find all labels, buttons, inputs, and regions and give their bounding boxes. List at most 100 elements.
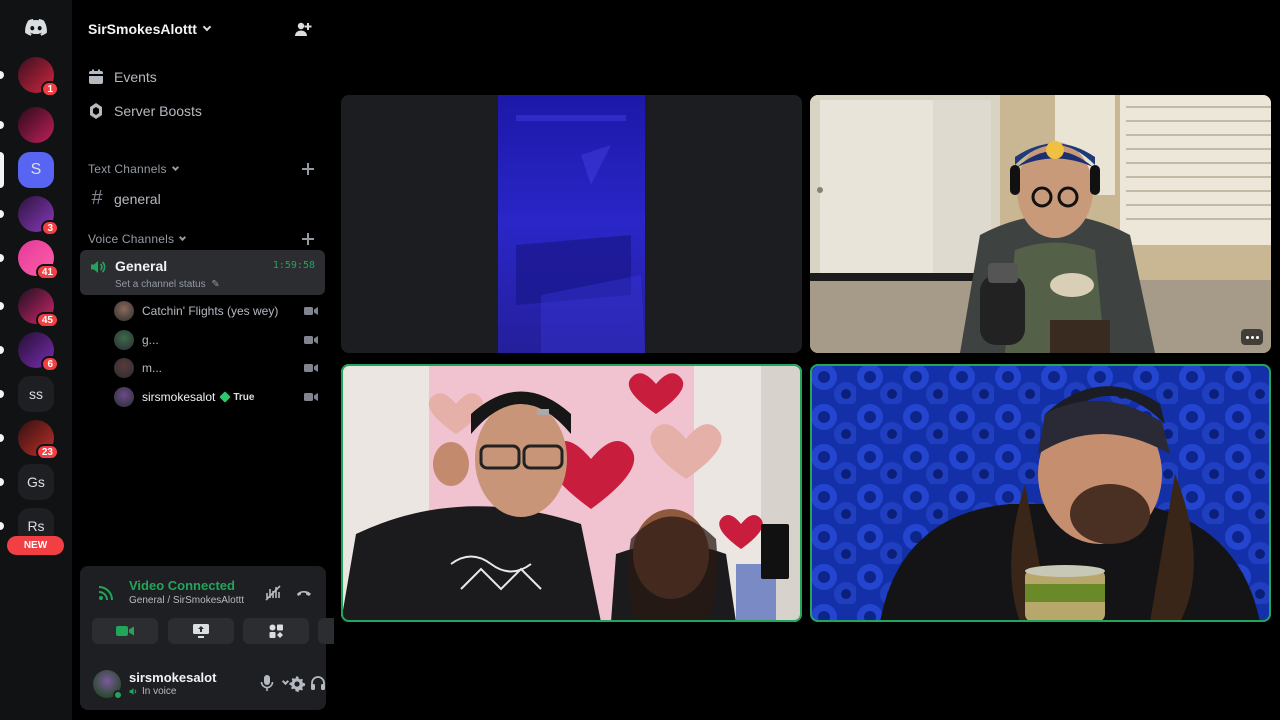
connection-status[interactable]: Video Connected	[129, 578, 235, 593]
noise-suppression-icon[interactable]	[264, 584, 282, 602]
channel-sidebar: SirSmokesAlottt Events Server Boosts Tex…	[72, 0, 384, 720]
channel-status-label: Set a channel status	[115, 279, 206, 290]
activities-button[interactable]	[243, 618, 309, 644]
server-icon[interactable]: 23	[18, 420, 59, 460]
avatar	[114, 358, 134, 378]
create-text-channel-icon[interactable]	[302, 163, 314, 175]
server-icon[interactable]: Gs	[18, 464, 54, 500]
server-name: SirSmokesAlottt	[88, 21, 197, 37]
category-label: Text Channels	[88, 162, 167, 176]
server-icon[interactable]: S	[18, 152, 54, 188]
new-badge[interactable]: NEW	[7, 536, 64, 555]
voice-user-row[interactable]: sirsmokesalot True	[114, 385, 318, 409]
pencil-icon: ✎	[211, 279, 220, 290]
boost-gem-icon	[90, 103, 102, 119]
voice-user-row[interactable]: Catchin' Flights (yes wey)	[114, 299, 318, 323]
mute-button[interactable]	[260, 674, 290, 692]
participant-video-feed	[341, 364, 802, 622]
video-tile-speaking[interactable]	[810, 364, 1271, 622]
camera-button[interactable]	[92, 618, 158, 644]
unread-indicator	[0, 302, 4, 310]
video-tile-speaking[interactable]	[341, 364, 802, 622]
server-icon[interactable]: 1	[18, 57, 59, 97]
voice-channels-category[interactable]: Voice Channels	[88, 232, 187, 246]
events-item[interactable]: Events	[88, 69, 157, 85]
user-voice-status: In voice	[129, 686, 176, 697]
server-rail: 1 S 3 41 45 6 ss 23 Gs Rs NEW	[0, 0, 72, 720]
participant-video-feed	[341, 95, 802, 353]
video-camera-icon	[304, 307, 318, 315]
mention-badge: 3	[41, 220, 59, 236]
server-icon[interactable]: 45	[18, 288, 59, 328]
video-camera-icon	[304, 393, 318, 401]
screen-share-icon	[193, 624, 209, 638]
avatar	[114, 301, 134, 321]
more-options-icon[interactable]	[1241, 329, 1263, 345]
server-icon[interactable]: 6	[18, 332, 59, 372]
unread-indicator	[0, 478, 4, 486]
voice-user-name: g...	[142, 333, 159, 347]
unread-indicator	[0, 522, 4, 530]
unread-indicator	[0, 152, 4, 188]
activities-icon	[269, 624, 283, 638]
server-initials: Gs	[27, 474, 45, 490]
text-channels-category[interactable]: Text Channels	[88, 162, 179, 176]
video-camera-icon	[116, 626, 134, 636]
video-tile[interactable]	[341, 95, 802, 353]
disconnect-icon[interactable]	[295, 584, 313, 602]
avatar	[114, 387, 134, 407]
home-button[interactable]	[18, 9, 54, 45]
create-voice-channel-icon[interactable]	[302, 233, 314, 245]
voice-user-row[interactable]: m...	[114, 356, 318, 380]
set-channel-status[interactable]: Set a channel status ✎	[115, 279, 220, 290]
server-icon[interactable]: 41	[18, 240, 59, 280]
online-status-dot	[113, 690, 123, 700]
voice-user-name: Catchin' Flights (yes wey)	[142, 304, 279, 318]
voice-user-name: sirsmokesalot	[142, 390, 216, 404]
server-icon[interactable]: ss	[18, 376, 54, 412]
chevron-down-icon	[202, 22, 212, 32]
avatar[interactable]	[93, 670, 123, 700]
call-timer: 1:59:58	[272, 260, 315, 271]
server-initials: ss	[29, 386, 43, 402]
username[interactable]: sirsmokesalot	[129, 670, 216, 685]
mention-badge: 1	[41, 81, 59, 97]
mention-badge: 6	[41, 356, 59, 372]
user-status-label: In voice	[142, 686, 177, 697]
video-camera-icon	[304, 364, 318, 372]
gem-icon	[219, 391, 232, 403]
participant-video-feed	[810, 364, 1271, 622]
mention-badge: 45	[35, 312, 59, 328]
events-label: Events	[114, 69, 157, 85]
voice-user-row[interactable]: g...	[114, 328, 318, 352]
video-camera-icon	[304, 336, 318, 344]
server-icon[interactable]	[18, 107, 54, 143]
channel-general-text[interactable]: # general	[88, 187, 161, 210]
discord-logo-icon	[25, 18, 47, 36]
hashtag-icon: #	[91, 187, 103, 209]
screen-share-button[interactable]	[168, 618, 234, 644]
voice-channel-name: General	[115, 258, 168, 274]
server-boosts-label: Server Boosts	[114, 103, 202, 119]
server-icon[interactable]: 3	[18, 196, 59, 236]
video-stage	[334, 0, 1280, 720]
signal-icon[interactable]	[97, 584, 115, 602]
unread-indicator	[0, 121, 4, 129]
channel-name: general	[114, 190, 161, 207]
video-tile[interactable]	[810, 95, 1271, 353]
user-tag: True	[219, 391, 254, 403]
mention-badge: 23	[35, 444, 59, 460]
unread-indicator	[0, 210, 4, 218]
gear-icon[interactable]	[288, 675, 306, 693]
server-initials: S	[30, 161, 42, 178]
chevron-down-icon	[171, 163, 179, 171]
voice-channel-general[interactable]: General 1:59:58 Set a channel status ✎	[80, 250, 325, 295]
unread-indicator	[0, 390, 4, 398]
category-label: Voice Channels	[88, 232, 175, 246]
unread-indicator	[0, 434, 4, 442]
add-member-icon[interactable]	[294, 20, 312, 38]
server-header[interactable]: SirSmokesAlottt	[72, 8, 326, 50]
calendar-icon	[89, 69, 103, 84]
avatar	[114, 330, 134, 350]
server-boosts-item[interactable]: Server Boosts	[88, 103, 202, 119]
